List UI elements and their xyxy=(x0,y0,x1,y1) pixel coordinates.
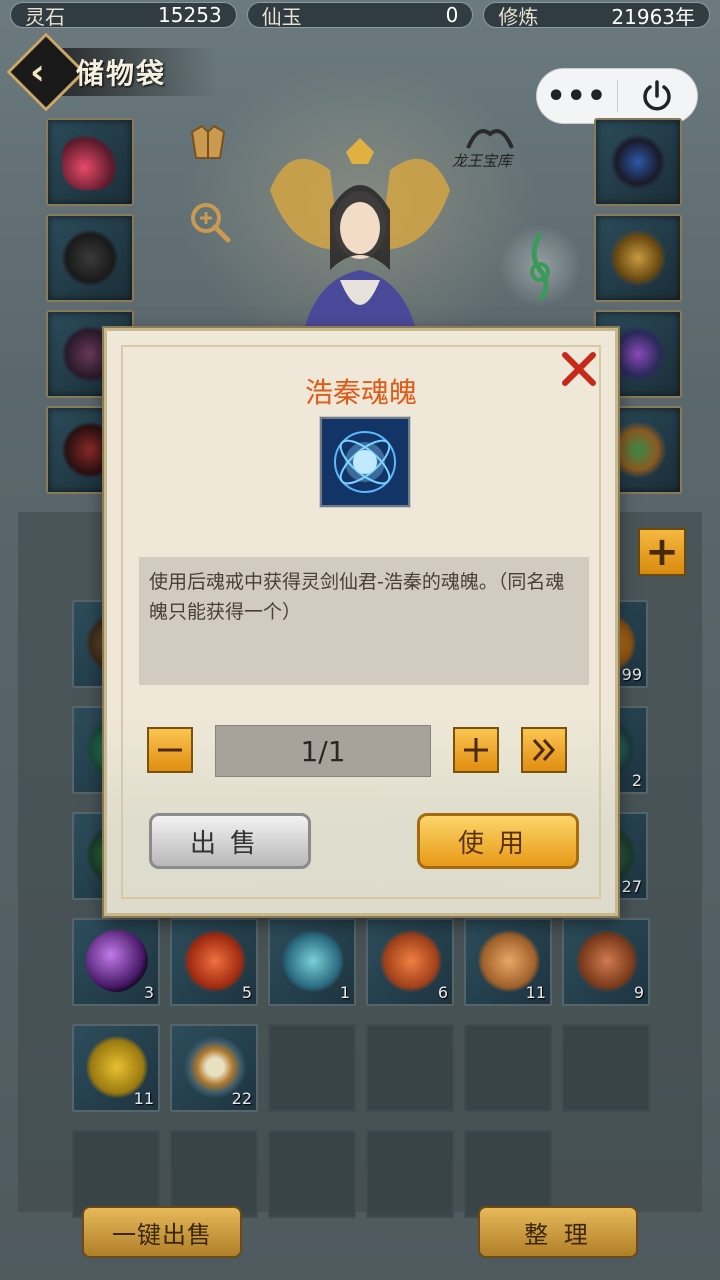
talisman-icon xyxy=(610,422,666,478)
inventory-slot-empty[interactable] xyxy=(170,1130,258,1218)
sell-all-button[interactable]: 一键出售 xyxy=(82,1206,242,1258)
resource-value: 21963年 xyxy=(611,4,696,29)
item-detail-dialog: 浩秦魂魄 使用后魂戒中获得灵剑仙君-浩秦的魂魄。（同名魂魄只能获得一个） 1/1… xyxy=(104,328,618,916)
inventory-slot-empty[interactable] xyxy=(366,1130,454,1218)
inventory-slot-empty[interactable] xyxy=(562,1024,650,1112)
purple-orb-icon xyxy=(86,930,148,992)
equip-slot-helmet[interactable] xyxy=(46,214,134,302)
decrease-quantity-button[interactable] xyxy=(147,727,193,773)
increase-quantity-button[interactable] xyxy=(453,727,499,773)
helmet-icon xyxy=(62,230,118,286)
inventory-slot[interactable]: 11 xyxy=(464,918,552,1006)
close-icon[interactable] xyxy=(559,349,599,389)
inventory-slot[interactable]: 22 xyxy=(170,1024,258,1112)
resource-label: 仙玉 xyxy=(261,4,302,29)
organize-button[interactable]: 整 理 xyxy=(478,1206,638,1258)
inventory-slot-empty[interactable] xyxy=(464,1130,552,1218)
zoom-in-icon[interactable] xyxy=(188,200,232,244)
item-count: 6 xyxy=(437,983,448,1002)
inventory-slot[interactable]: 3 xyxy=(72,918,160,1006)
amulet-icon xyxy=(610,326,666,382)
resource-value: 15253 xyxy=(158,3,222,27)
power-icon[interactable] xyxy=(618,78,698,114)
page-title: 储物袋 xyxy=(76,57,167,90)
page-header: ‹ 储物袋 xyxy=(6,32,218,112)
ring-icon xyxy=(610,134,666,190)
back-arrow-icon: ‹ xyxy=(30,52,45,93)
equip-slot-bracelet[interactable] xyxy=(594,214,682,302)
inventory-slot[interactable]: 1 xyxy=(268,918,356,1006)
dialog-title: 浩秦魂魄 xyxy=(304,376,417,409)
max-quantity-button[interactable] xyxy=(521,727,567,773)
resource-label: 灵石 xyxy=(25,4,65,29)
plus-icon xyxy=(464,738,488,762)
minus-icon xyxy=(158,748,182,752)
item-count: 3 xyxy=(143,983,154,1002)
resource-value: 0 xyxy=(445,3,459,27)
inventory-slot[interactable]: 9 xyxy=(562,918,650,1006)
costume-icon[interactable] xyxy=(182,118,234,170)
inventory-slot-empty[interactable] xyxy=(72,1130,160,1218)
blue-berries-icon xyxy=(282,930,344,992)
sword-icon xyxy=(62,134,118,190)
back-button[interactable] xyxy=(6,32,86,112)
red-fruit-icon xyxy=(184,930,246,992)
inventory-slot[interactable]: 6 xyxy=(366,918,454,1006)
jade-pendant-icon[interactable] xyxy=(498,224,582,308)
equip-slot-ring[interactable] xyxy=(594,118,682,206)
soul-orb-icon xyxy=(320,417,410,507)
character-portrait xyxy=(250,130,470,350)
resource-xiulian: 修炼 21963年 xyxy=(483,2,711,29)
resource-bar: 灵石 15253 仙玉 0 修炼 21963年 xyxy=(0,0,720,30)
item-count: 2 xyxy=(631,771,642,790)
item-count: 11 xyxy=(525,983,546,1002)
resource-lingshi: 灵石 15253 xyxy=(10,2,237,29)
item-description: 使用后魂戒中获得灵剑仙君-浩秦的魂魄。（同名魂魄只能获得一个） xyxy=(139,557,589,685)
pomegranate-icon xyxy=(576,930,638,992)
inventory-slot[interactable]: 5 xyxy=(170,918,258,1006)
miniprogram-capsule: ••• xyxy=(536,68,698,124)
bracelet-icon xyxy=(610,230,666,286)
item-count: 22 xyxy=(231,1089,252,1108)
item-count: 5 xyxy=(241,983,252,1002)
item-count: 11 xyxy=(133,1089,154,1108)
double-chevron-right-icon xyxy=(532,738,556,762)
item-count: 27 xyxy=(621,877,642,896)
item-count: 9 xyxy=(633,983,644,1002)
inventory-slot[interactable]: 11 xyxy=(72,1024,160,1112)
expand-inventory-button[interactable]: + xyxy=(638,528,686,576)
inventory-slot-empty[interactable] xyxy=(268,1024,356,1112)
more-dots-icon[interactable]: ••• xyxy=(537,79,617,114)
quantity-display: 1/1 xyxy=(215,725,431,777)
item-count: 1 xyxy=(339,983,350,1002)
resource-label: 修炼 xyxy=(498,4,539,29)
item-count: 99 xyxy=(621,665,642,684)
lantern-fruit-icon xyxy=(380,930,442,992)
sell-button[interactable]: 出售 xyxy=(149,813,311,869)
inventory-slot-empty[interactable] xyxy=(268,1130,356,1218)
use-button[interactable]: 使用 xyxy=(417,813,579,869)
resource-xianyu: 仙玉 0 xyxy=(246,2,474,29)
inventory-slot-empty[interactable] xyxy=(366,1024,454,1112)
inventory-slot-empty[interactable] xyxy=(464,1024,552,1112)
equip-slot-weapon[interactable] xyxy=(46,118,134,206)
